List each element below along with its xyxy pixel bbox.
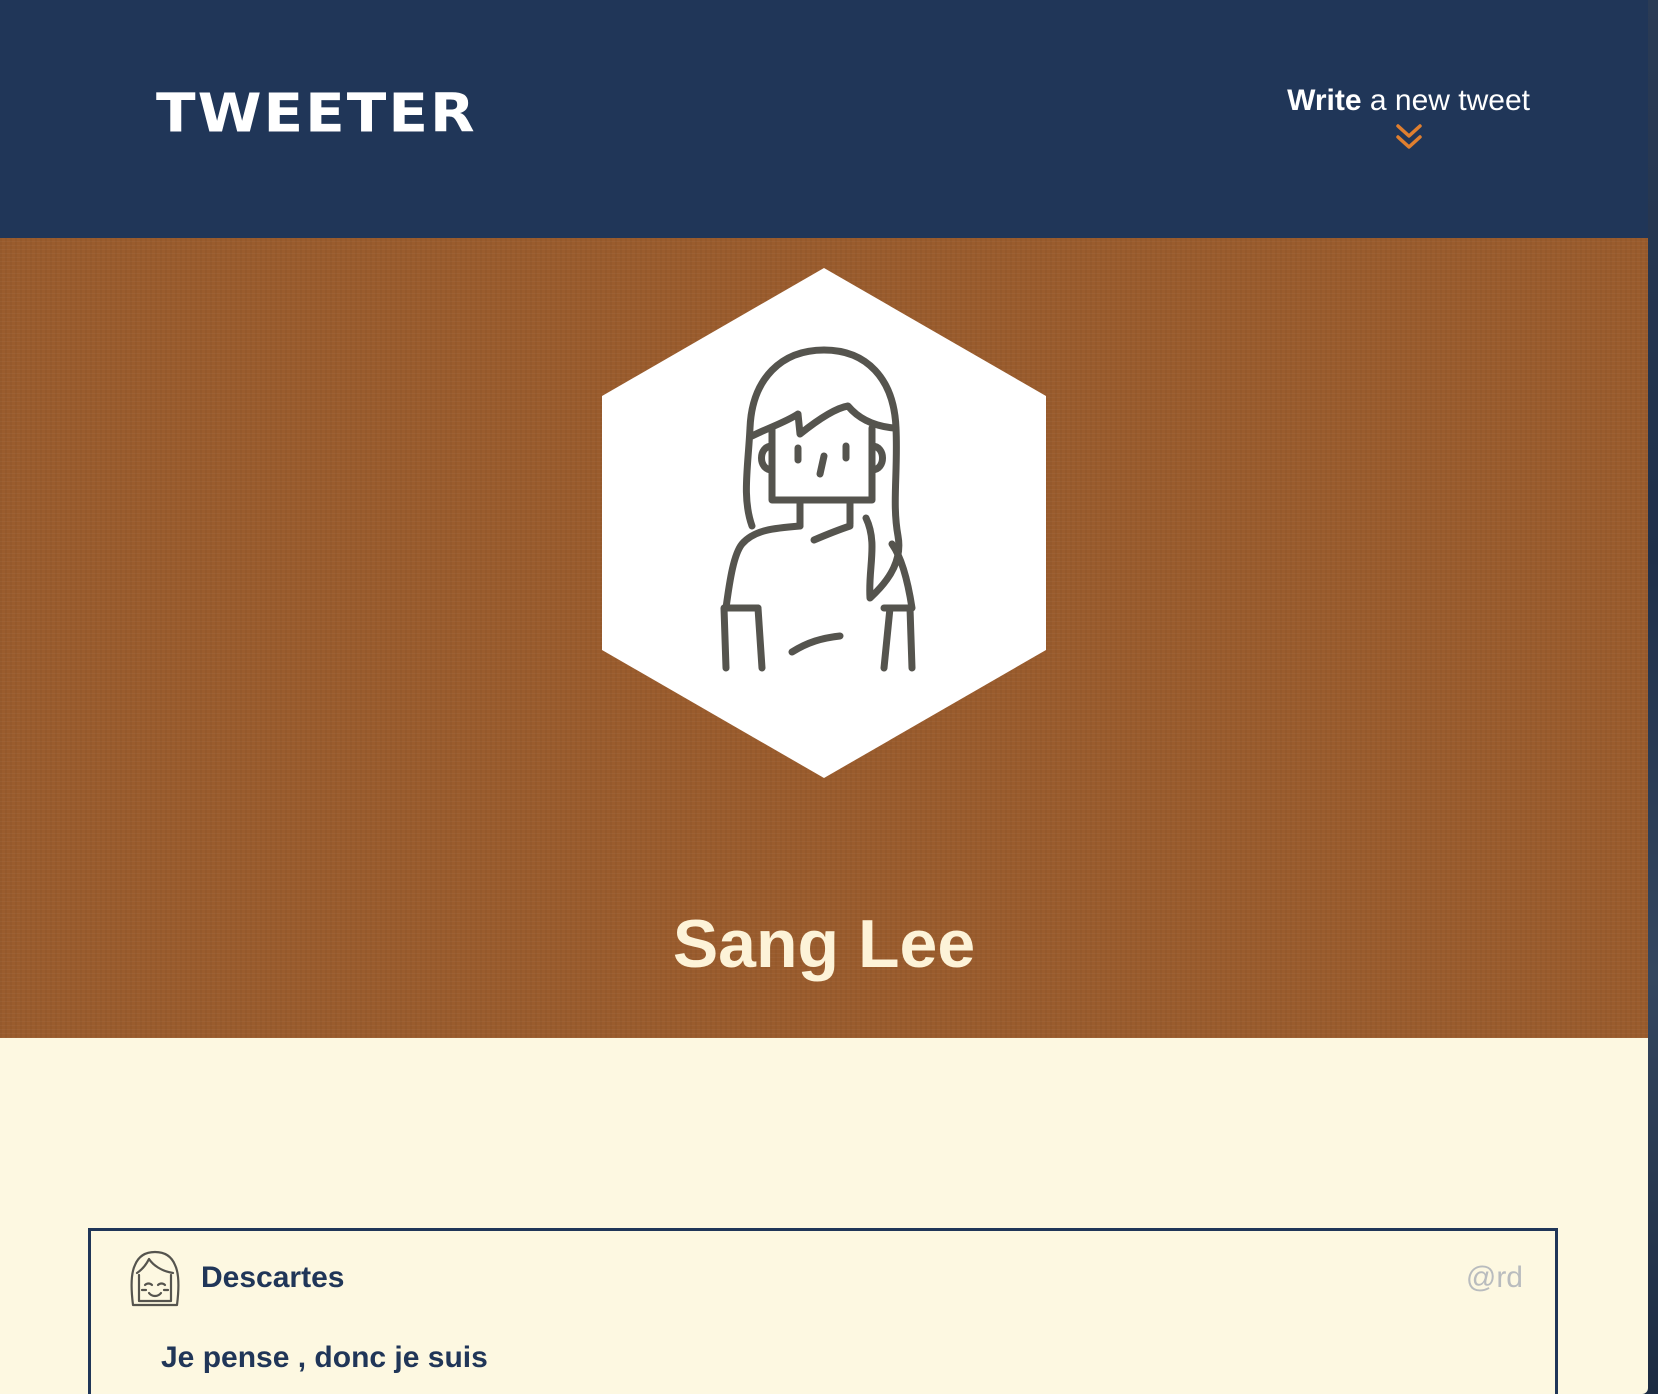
top-nav-bar: TWEETER Write a new tweet (0, 0, 1648, 238)
tweet-author-name[interactable]: Descartes (201, 1261, 344, 1295)
tweet-card[interactable]: Descartes @rd Je pense , donc je suis (88, 1228, 1558, 1394)
woman-avatar-icon (602, 268, 1046, 778)
tweet-text: Je pense , donc je suis (161, 1341, 488, 1374)
tweet-author-handle[interactable]: @rd (1466, 1261, 1523, 1295)
compose-label-rest: a new tweet (1361, 84, 1530, 117)
profile-name: Sang Lee (672, 906, 976, 982)
compose-label-bold: Write (1287, 84, 1362, 117)
double-chevron-down-icon[interactable] (1395, 122, 1423, 152)
app-logo[interactable]: TWEETER (156, 86, 477, 139)
profile-banner: Sang Lee (0, 238, 1648, 1038)
write-new-tweet-toggle[interactable]: Write a new tweet (1287, 84, 1530, 152)
smiling-girl-avatar-icon (130, 1250, 180, 1307)
page: TWEETER Write a new tweet Sang Lee Desca… (0, 0, 1648, 1394)
background-window-edge (1648, 0, 1658, 1394)
